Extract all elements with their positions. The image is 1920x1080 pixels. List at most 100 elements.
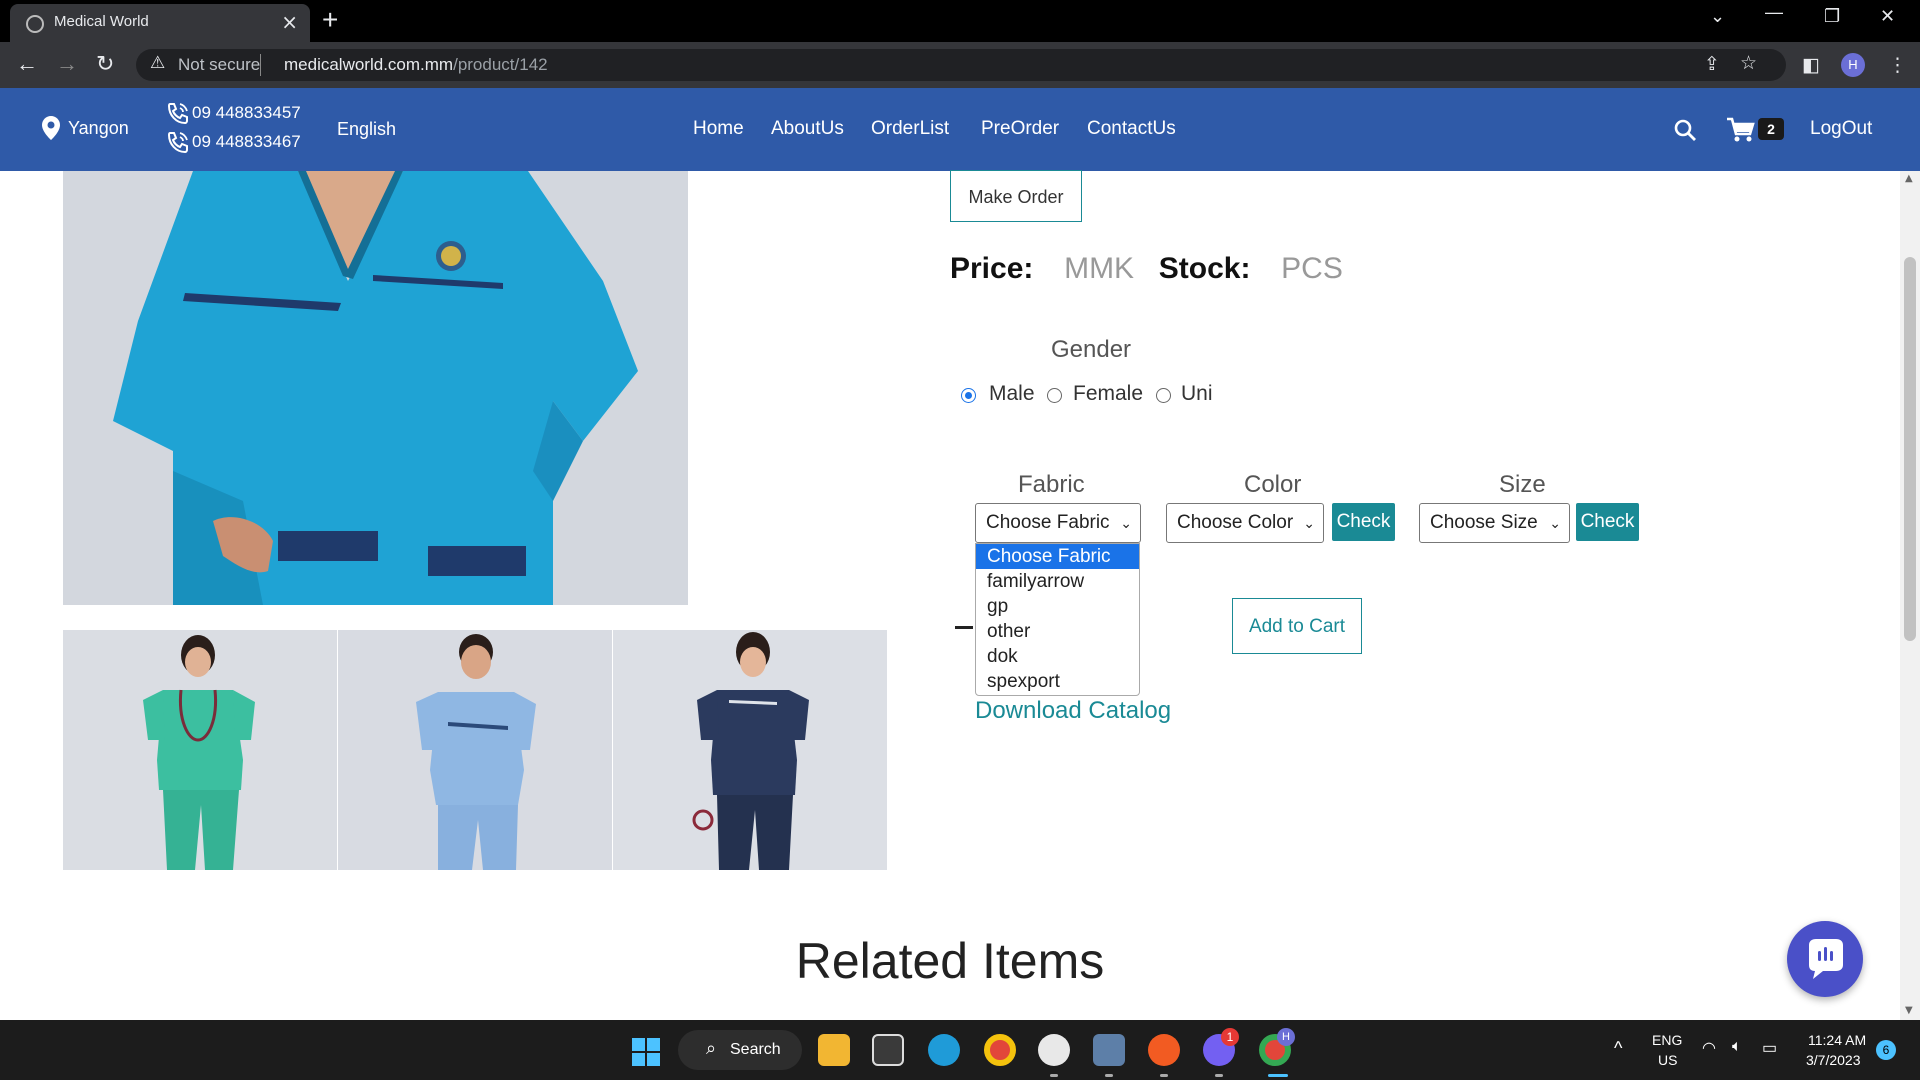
phone-number-1[interactable]: 09 448833457 xyxy=(192,103,301,123)
url-path: /product/142 xyxy=(453,55,548,74)
volume-icon[interactable]: 🔈︎ xyxy=(1732,1038,1742,1056)
main-product-image[interactable] xyxy=(63,171,688,605)
fabric-option[interactable]: dok xyxy=(976,644,1139,669)
close-tab-icon[interactable]: × xyxy=(281,10,298,34)
clock-time[interactable]: 11:24 AM xyxy=(1808,1032,1866,1048)
wifi-icon[interactable]: ◠ xyxy=(1702,1038,1716,1058)
forward-icon[interactable]: → xyxy=(56,51,78,77)
language-bottom[interactable]: US xyxy=(1658,1052,1677,1068)
gender-label-female: Female xyxy=(1073,382,1144,405)
color-label: Color xyxy=(1244,471,1302,498)
size-label: Size xyxy=(1499,471,1546,498)
viber-badge: 1 xyxy=(1221,1028,1239,1046)
battery-icon[interactable]: ▭ xyxy=(1762,1038,1777,1058)
fabric-option[interactable]: spexport xyxy=(976,669,1139,694)
notification-badge[interactable]: 6 xyxy=(1876,1040,1896,1060)
nav-home[interactable]: Home xyxy=(693,118,744,140)
check-color-button[interactable]: Check xyxy=(1332,503,1395,541)
clock-date[interactable]: 3/7/2023 xyxy=(1806,1052,1861,1068)
gender-radio-female[interactable] xyxy=(1047,388,1062,403)
scroll-down-icon[interactable]: ▼ xyxy=(1905,1005,1913,1016)
nav-order-list[interactable]: OrderList xyxy=(871,118,949,140)
taskbar-search-label: Search xyxy=(730,1041,781,1058)
active-indicator xyxy=(1268,1074,1288,1077)
globe-icon xyxy=(26,15,44,33)
phone-icon xyxy=(167,132,188,153)
gender-radio-uni[interactable] xyxy=(1156,388,1171,403)
check-size-button[interactable]: Check xyxy=(1576,503,1639,541)
fabric-option[interactable]: gp xyxy=(976,594,1139,619)
chat-button[interactable] xyxy=(1787,921,1863,997)
scrollbar-thumb[interactable] xyxy=(1904,257,1916,641)
windows-taskbar: ⌕ Search 1 H ^ ENG US ◠ 🔈︎ ▭ 11:24 AM 3/… xyxy=(0,1020,1920,1080)
fabric-option[interactable]: other xyxy=(976,619,1139,644)
thumbnail-3[interactable] xyxy=(613,630,887,870)
color-select[interactable]: Choose Color ⌄ xyxy=(1166,503,1324,543)
tab-search-icon[interactable]: ⌄ xyxy=(1710,6,1725,27)
fabric-dropdown-list: Choose Fabric familyarrow gp other dok s… xyxy=(975,543,1140,696)
chrome-icon[interactable] xyxy=(984,1034,1016,1066)
add-to-cart-button[interactable]: Add to Cart xyxy=(1232,598,1362,654)
browser-tab[interactable]: Medical World × xyxy=(10,4,310,42)
location-text: Yangon xyxy=(68,118,129,138)
taskbar-search[interactable]: ⌕ Search xyxy=(678,1030,802,1070)
thumbnail-2[interactable] xyxy=(338,630,612,870)
logout-link[interactable]: LogOut xyxy=(1810,118,1872,140)
phone-number-2[interactable]: 09 448833467 xyxy=(192,132,301,152)
nav-contact-us[interactable]: ContactUs xyxy=(1087,118,1176,140)
windows-start-icon[interactable] xyxy=(632,1038,660,1066)
page-scrollbar[interactable]: ▲ ▼ xyxy=(1900,171,1920,1020)
browser-toolbar: ← → ↻ ⚠ Not secure medicalworld.com.mm/p… xyxy=(0,42,1920,88)
edge-icon[interactable] xyxy=(928,1034,960,1066)
scroll-up-icon[interactable]: ▲ xyxy=(1905,173,1913,184)
search-icon: ⌕ xyxy=(706,1038,717,1058)
make-order-button[interactable]: Make Order xyxy=(950,170,1082,222)
back-icon[interactable]: ← xyxy=(16,51,38,77)
address-bar[interactable]: ⚠ Not secure medicalworld.com.mm/product… xyxy=(136,49,1786,81)
chevron-up-icon[interactable]: ^ xyxy=(1614,1038,1622,1059)
size-select[interactable]: Choose Size ⌄ xyxy=(1419,503,1570,543)
restore-icon[interactable]: ❐ xyxy=(1824,6,1840,27)
postman-icon[interactable] xyxy=(1148,1034,1180,1066)
bookmark-star-icon[interactable]: ☆ xyxy=(1740,52,1757,74)
side-panel-icon[interactable]: ◧ xyxy=(1802,54,1820,76)
running-indicator xyxy=(1050,1074,1058,1077)
language-selector[interactable]: English xyxy=(337,119,396,140)
profile-avatar[interactable]: H xyxy=(1841,53,1865,77)
scrub-top-photo xyxy=(63,171,688,605)
light-blue-scrubs-photo xyxy=(338,630,612,870)
chat-bubble-icon xyxy=(1809,939,1843,979)
chevron-down-icon: ⌄ xyxy=(1120,515,1132,531)
fabric-option[interactable]: Choose Fabric xyxy=(976,544,1139,569)
url-text[interactable]: medicalworld.com.mm/product/142 xyxy=(284,55,548,75)
new-tab-icon[interactable]: + xyxy=(322,4,338,36)
menu-dots-icon[interactable]: ⋮ xyxy=(1888,54,1907,76)
window-close-icon[interactable]: ✕ xyxy=(1880,6,1895,27)
related-items-heading: Related Items xyxy=(795,933,1105,989)
file-explorer-icon[interactable] xyxy=(818,1034,850,1066)
gender-radio-male[interactable] xyxy=(961,388,976,403)
nav-pre-order[interactable]: PreOrder xyxy=(981,118,1059,140)
cart-icon[interactable] xyxy=(1726,117,1756,143)
navy-scrubs-photo xyxy=(613,630,887,870)
browser-tab-bar: Medical World × + ⌄ — ❐ ✕ xyxy=(0,0,1920,42)
fabric-option[interactable]: familyarrow xyxy=(976,569,1139,594)
chrome-profile-badge: H xyxy=(1277,1028,1295,1046)
thumbnail-1[interactable] xyxy=(63,630,337,870)
app-icon[interactable] xyxy=(1038,1034,1070,1066)
app-icon[interactable] xyxy=(1093,1034,1125,1066)
quantity-minus-icon[interactable] xyxy=(955,626,973,629)
search-icon[interactable] xyxy=(1673,118,1697,142)
teal-scrubs-photo xyxy=(63,630,337,870)
fabric-label: Fabric xyxy=(1018,471,1085,498)
language-top[interactable]: ENG xyxy=(1652,1032,1682,1048)
minimize-icon[interactable]: — xyxy=(1765,2,1783,23)
cart-count-badge: 2 xyxy=(1758,118,1784,140)
fabric-select[interactable]: Choose Fabric ⌄ xyxy=(975,503,1141,543)
reload-icon[interactable]: ↻ xyxy=(96,51,114,77)
url-host: medicalworld.com.mm xyxy=(284,55,454,74)
store-icon[interactable] xyxy=(872,1034,904,1066)
share-icon[interactable]: ⇪ xyxy=(1704,53,1720,75)
download-catalog-link[interactable]: Download Catalog xyxy=(975,697,1171,725)
nav-about-us[interactable]: AboutUs xyxy=(771,118,844,140)
